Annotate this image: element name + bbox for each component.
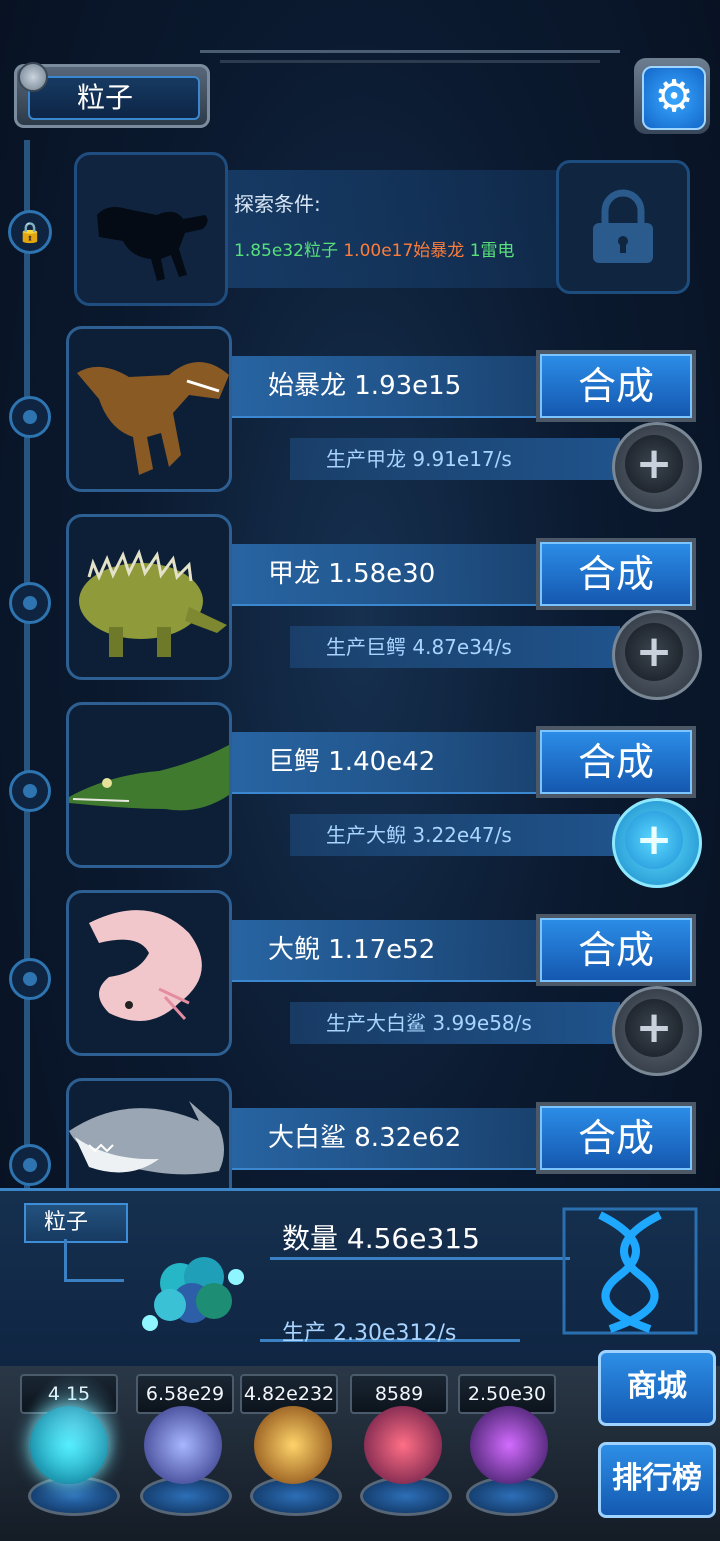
page-title: 粒子 (76, 81, 133, 114)
req-trex: 1.00e17始暴龙 (343, 241, 465, 261)
brain-orb-icon[interactable] (364, 1406, 442, 1484)
plus-icon: + (625, 623, 683, 681)
plus-icon: + (625, 811, 683, 869)
vortex-orb-icon[interactable] (470, 1406, 548, 1484)
creature-name-count: 始暴龙 1.93e15 (268, 371, 462, 401)
creature-production: 生产巨鳄 4.87e34/s (326, 635, 512, 659)
combine-button[interactable]: 合成 (536, 538, 696, 610)
particle-count: 数量 4.56e315 (282, 1222, 480, 1255)
screw-icon (18, 62, 48, 92)
creature-portrait (66, 702, 232, 868)
creature-row-ankylosaurus: 甲龙 1.58e30 生产巨鳄 4.87e34/s 合成 + (0, 514, 720, 700)
trex-silhouette-icon (97, 207, 208, 281)
combine-button[interactable]: 合成 (536, 1102, 696, 1174)
particle-label: 粒子 (43, 1210, 88, 1235)
upgrade-button[interactable]: + (612, 422, 702, 512)
upgrade-button-active[interactable]: + (612, 798, 702, 888)
combine-button[interactable]: 合成 (536, 914, 696, 986)
particle-cluster-icon (142, 1257, 244, 1331)
padlock-icon (593, 189, 653, 263)
upgrade-button[interactable]: + (612, 986, 702, 1076)
shop-button[interactable]: 商城 (598, 1350, 716, 1426)
creature-row-salamander: 大鲵 1.17e52 生产大白鲨 3.99e58/s 合成 + (0, 890, 720, 1076)
creature-portrait (66, 514, 232, 680)
lightning-orb-icon[interactable] (144, 1406, 222, 1484)
creature-production: 生产大白鲨 3.99e58/s (326, 1011, 532, 1035)
settings-button[interactable]: ⚙ (634, 58, 710, 134)
creature-name-count: 巨鳄 1.40e42 (268, 747, 436, 777)
creature-row-trex: 始暴龙 1.93e15 生产甲龙 9.91e17/s 合成 + (0, 326, 720, 512)
plus-icon: + (625, 999, 683, 1057)
ankylosaurus-icon (79, 548, 227, 657)
creature-production: 生产大鲵 3.22e47/s (326, 823, 512, 847)
explore-requirements: 1.85e32粒子 1.00e17始暴龙 1雷电 (234, 236, 515, 261)
fire-orb-icon[interactable] (254, 1406, 332, 1484)
combine-button[interactable]: 合成 (536, 350, 696, 422)
selected-orb-glow (26, 1372, 122, 1482)
crocodile-icon (69, 745, 229, 811)
creature-row-crocodile: 巨鳄 1.40e42 生产大鲵 3.22e47/s 合成 + (0, 702, 720, 888)
creature-portrait (66, 890, 232, 1056)
creature-production: 生产甲龙 9.91e17/s (326, 447, 512, 471)
lock-node-icon: 🔒 (8, 210, 52, 254)
salamander-icon (89, 910, 202, 1021)
creature-name-count: 大白鲨 8.32e62 (268, 1123, 462, 1153)
creature-name-count: 甲龙 1.58e30 (268, 559, 436, 589)
upgrade-button[interactable]: + (612, 610, 702, 700)
explore-panel: 探索条件: 1.85e32粒子 1.00e17始暴龙 1雷电 (74, 152, 694, 306)
side-buttons: 商城 排行榜 (592, 1344, 720, 1534)
combine-button[interactable]: 合成 (536, 726, 696, 798)
creature-name-count: 大鲵 1.17e52 (268, 935, 436, 965)
explore-condition-label: 探索条件: (234, 192, 321, 216)
creature-portrait (66, 326, 232, 492)
particle-rate: 生产 2.30e312/s (282, 1321, 457, 1346)
plus-icon: + (625, 435, 683, 493)
req-particle: 1.85e32粒子 (234, 241, 338, 261)
explore-lock-button[interactable] (556, 160, 690, 294)
gear-icon: ⚙ (642, 66, 706, 130)
req-thunder: 1雷电 (469, 241, 515, 261)
locked-creature-portrait (74, 152, 228, 306)
dna-icon (562, 1207, 698, 1335)
leaderboard-button[interactable]: 排行榜 (598, 1442, 716, 1518)
trex-icon (77, 362, 229, 475)
